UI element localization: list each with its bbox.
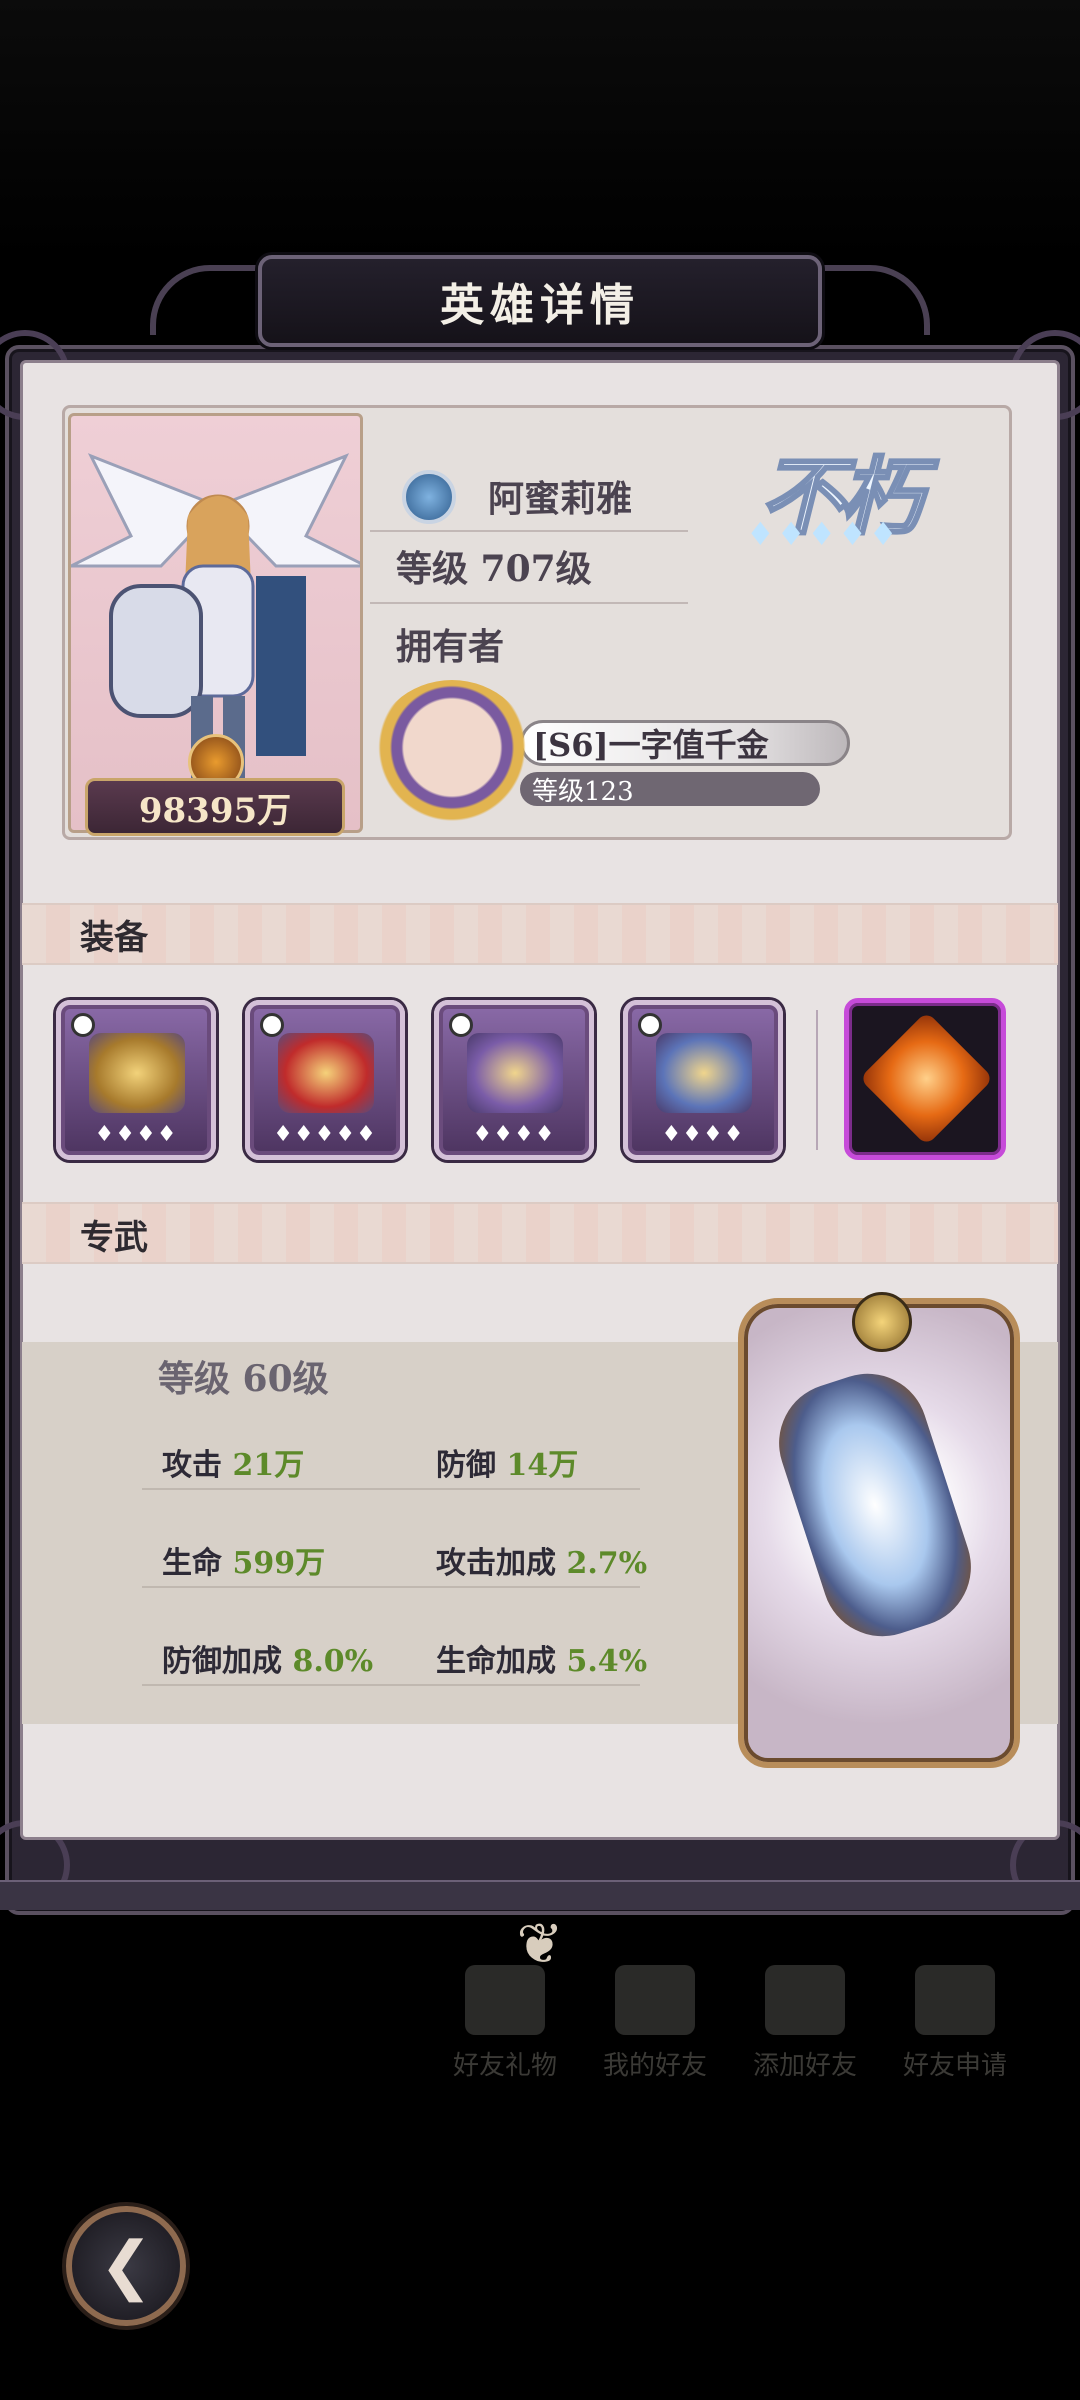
lock-icon — [260, 1013, 284, 1037]
stat-hp-value: 599万 — [232, 1546, 326, 1581]
star-emblem-icon — [852, 1292, 912, 1352]
stat-attack-bonus-label: 攻击加成 — [436, 1546, 556, 1581]
bg-friend-request-label: 好友申请 — [902, 2051, 1007, 2081]
gem-slot[interactable] — [844, 998, 1006, 1160]
grade-stars: ♦♦♦♦♦ — [746, 515, 900, 553]
stat-divider — [142, 1684, 640, 1686]
hero-class-shield-icon — [402, 470, 456, 524]
lock-icon — [638, 1013, 662, 1037]
owner-level: 等级123 — [520, 772, 820, 807]
hero-name: 阿蜜莉雅 — [488, 478, 633, 520]
stat-divider — [142, 1586, 640, 1588]
helmet-gear-icon — [278, 1033, 374, 1113]
stat-hp: 生命 599万 — [162, 1538, 325, 1582]
hero-level: 等级 707级 — [396, 548, 592, 590]
stat-defense-value: 14万 — [506, 1448, 579, 1483]
stat-hp-label: 生命 — [162, 1546, 222, 1581]
bottom-ornament: ❦ — [516, 1912, 564, 1977]
stat-attack-label: 攻击 — [162, 1448, 222, 1483]
bg-friend-request-button: 好友申请 — [890, 1965, 1020, 2105]
equipment-title: 装备 — [80, 918, 148, 958]
owner-name-text: [S6]一字值千金 — [533, 726, 769, 764]
friend-request-icon — [915, 1965, 995, 2035]
owner-label: 拥有者 — [396, 626, 505, 668]
owner-avatar[interactable] — [372, 680, 532, 830]
stat-attack-bonus-value: 2.7% — [566, 1546, 648, 1581]
stat-defense-bonus: 防御加成 8.0% — [162, 1636, 373, 1680]
armor-gear-icon — [467, 1033, 563, 1113]
stat-divider — [142, 1488, 640, 1490]
stat-hp-bonus-label: 生命加成 — [436, 1644, 556, 1679]
stat-defense-bonus-value: 8.0% — [292, 1644, 374, 1679]
equipment-slot-4[interactable]: ♦♦♦♦ — [623, 1000, 783, 1160]
weapon-gear-icon — [89, 1033, 185, 1113]
orange-gem-icon — [859, 1011, 994, 1146]
owner-level-text: 等级123 — [532, 776, 634, 807]
divider — [370, 602, 688, 604]
equipment-section-header — [22, 903, 1058, 965]
lock-icon — [71, 1013, 95, 1037]
stat-attack-value: 21万 — [232, 1448, 305, 1483]
lock-icon — [449, 1013, 473, 1037]
stat-hp-bonus: 生命加成 5.4% — [436, 1636, 647, 1680]
boots-gear-icon — [656, 1033, 752, 1113]
equipment-slot-3[interactable]: ♦♦♦♦ — [434, 1000, 594, 1160]
bg-add-friend-button: 添加好友 — [740, 1965, 870, 2105]
divider — [370, 530, 688, 532]
stat-defense-label: 防御 — [436, 1448, 496, 1483]
owner-name: [S6]一字值千金 — [520, 720, 850, 766]
back-button[interactable]: ❮ — [66, 2206, 186, 2326]
add-friend-icon — [765, 1965, 845, 2035]
exclusive-title: 专武 — [80, 1218, 148, 1258]
bg-add-friend-label: 添加好友 — [752, 2051, 857, 2081]
stat-defense: 防御 14万 — [436, 1440, 578, 1484]
equipment-divider — [816, 1010, 818, 1150]
background-header — [0, 0, 1080, 260]
bg-my-friends-label: 我的好友 — [602, 2051, 707, 2081]
stat-hp-bonus-value: 5.4% — [566, 1644, 648, 1679]
equipment-stars: ♦♦♦♦ — [472, 1122, 556, 1147]
stat-defense-bonus-label: 防御加成 — [162, 1644, 282, 1679]
exclusive-level: 等级 60级 — [158, 1358, 329, 1400]
stat-attack: 攻击 21万 — [162, 1440, 304, 1484]
back-arrow-icon: ❮ — [99, 2229, 153, 2303]
equipment-stars: ♦♦♦♦♦ — [273, 1122, 377, 1147]
dialog-title: 英雄详情 — [258, 255, 822, 347]
exclusive-section-header — [22, 1202, 1058, 1264]
equipment-slot-2[interactable]: ♦♦♦♦♦ — [245, 1000, 405, 1160]
equipment-stars: ♦♦♦♦ — [661, 1122, 745, 1147]
bg-friend-gift-label: 好友礼物 — [452, 2051, 557, 2081]
dialog-bottom-bar — [0, 1880, 1080, 1910]
hero-power: 98395万 — [85, 778, 345, 836]
banner-wing-right — [820, 265, 930, 335]
stat-attack-bonus: 攻击加成 2.7% — [436, 1538, 647, 1582]
equipment-stars: ♦♦♦♦ — [94, 1122, 178, 1147]
equipment-slot-1[interactable]: ♦♦♦♦ — [56, 1000, 216, 1160]
banner-wing-left — [150, 265, 260, 335]
